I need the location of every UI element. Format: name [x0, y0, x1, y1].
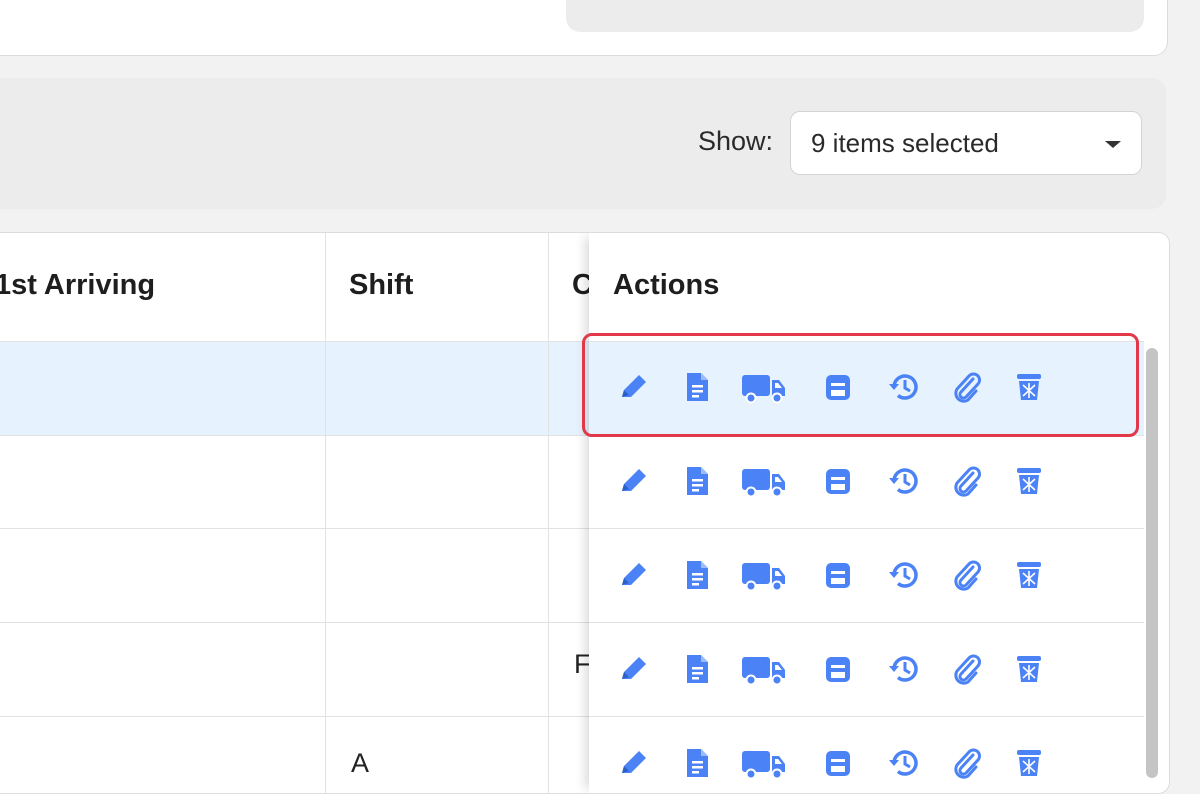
delete-icon[interactable] — [1009, 743, 1049, 783]
print-icon[interactable] — [818, 743, 858, 783]
row-divider — [0, 716, 591, 717]
header-shift[interactable]: Shift — [349, 269, 413, 302]
delete-icon[interactable] — [1009, 649, 1049, 689]
edit-icon[interactable] — [614, 555, 654, 595]
cell-shift: A — [351, 748, 370, 778]
truck-icon[interactable] — [740, 743, 788, 783]
edit-icon[interactable] — [614, 461, 654, 501]
history-icon[interactable] — [884, 555, 924, 595]
row-actions — [614, 743, 1054, 783]
row-divider — [589, 716, 1144, 717]
row-divider — [0, 435, 591, 436]
print-icon[interactable] — [818, 649, 858, 689]
column-divider — [325, 233, 326, 793]
document-icon[interactable] — [677, 743, 717, 783]
row-divider — [0, 528, 591, 529]
row-actions — [614, 461, 1054, 501]
show-columns-select[interactable]: 9 items selected — [790, 111, 1142, 175]
row-divider — [0, 341, 591, 342]
chevron-down-icon — [1105, 141, 1121, 148]
history-icon[interactable] — [884, 743, 924, 783]
truck-icon[interactable] — [740, 555, 788, 595]
history-icon[interactable] — [884, 461, 924, 501]
history-icon[interactable] — [884, 649, 924, 689]
data-table: 1st Arriving Shift C F A Actions — [0, 232, 1170, 794]
row-actions — [614, 649, 1054, 689]
column-divider — [548, 233, 549, 793]
edit-icon[interactable] — [614, 743, 654, 783]
document-icon[interactable] — [677, 649, 717, 689]
attachment-icon[interactable] — [947, 555, 987, 595]
attachment-icon[interactable] — [947, 649, 987, 689]
truck-icon[interactable] — [740, 649, 788, 689]
top-button-group — [566, 0, 1144, 32]
scrollbar-thumb[interactable] — [1146, 348, 1158, 778]
attachment-icon[interactable] — [947, 461, 987, 501]
row-actions — [614, 555, 1054, 595]
row-divider — [0, 622, 591, 623]
show-label: Show: — [698, 126, 774, 156]
row-divider — [589, 622, 1144, 623]
delete-icon[interactable] — [1009, 555, 1049, 595]
header-actions: Actions — [613, 269, 720, 301]
attachment-icon[interactable] — [947, 743, 987, 783]
focused-row-outline — [582, 333, 1139, 437]
print-icon[interactable] — [818, 555, 858, 595]
show-select-value: 9 items selected — [811, 128, 999, 158]
row-divider — [589, 528, 1144, 529]
document-icon[interactable] — [677, 555, 717, 595]
document-icon[interactable] — [677, 461, 717, 501]
edit-icon[interactable] — [614, 649, 654, 689]
header-first-arriving[interactable]: 1st Arriving — [0, 269, 155, 302]
truck-icon[interactable] — [740, 461, 788, 501]
actions-column: Actions — [589, 233, 1169, 793]
delete-icon[interactable] — [1009, 461, 1049, 501]
print-icon[interactable] — [818, 461, 858, 501]
